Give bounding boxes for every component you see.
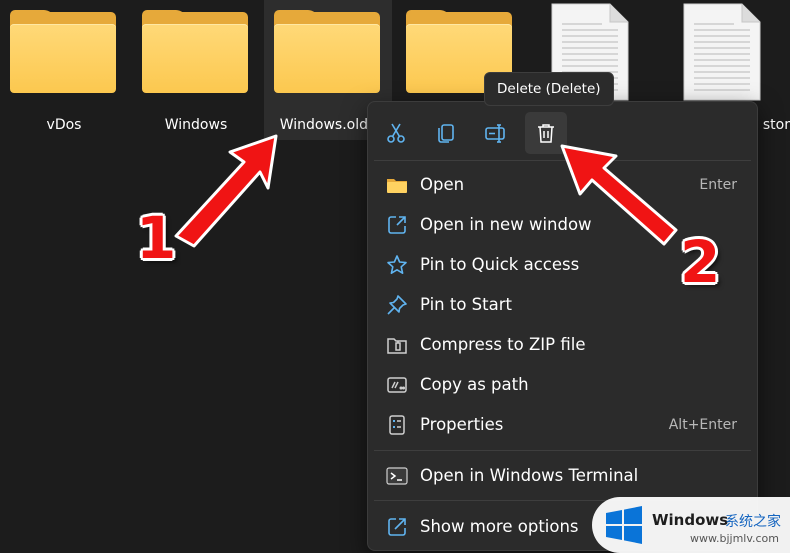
- step-number-2: 2: [680, 228, 721, 296]
- watermark-brand: Windows: [652, 511, 729, 529]
- annotation-arrows: [174, 134, 678, 248]
- windows-logo-icon: [606, 506, 642, 544]
- step-number-1: 1: [136, 204, 177, 272]
- watermark: Windows 系统之家 www.bjjmlv.com: [592, 497, 790, 553]
- arrow-1: [174, 134, 278, 248]
- arrow-2: [560, 144, 678, 246]
- watermark-url: www.bjjmlv.com: [690, 532, 779, 545]
- watermark-cn: 系统之家: [725, 514, 781, 530]
